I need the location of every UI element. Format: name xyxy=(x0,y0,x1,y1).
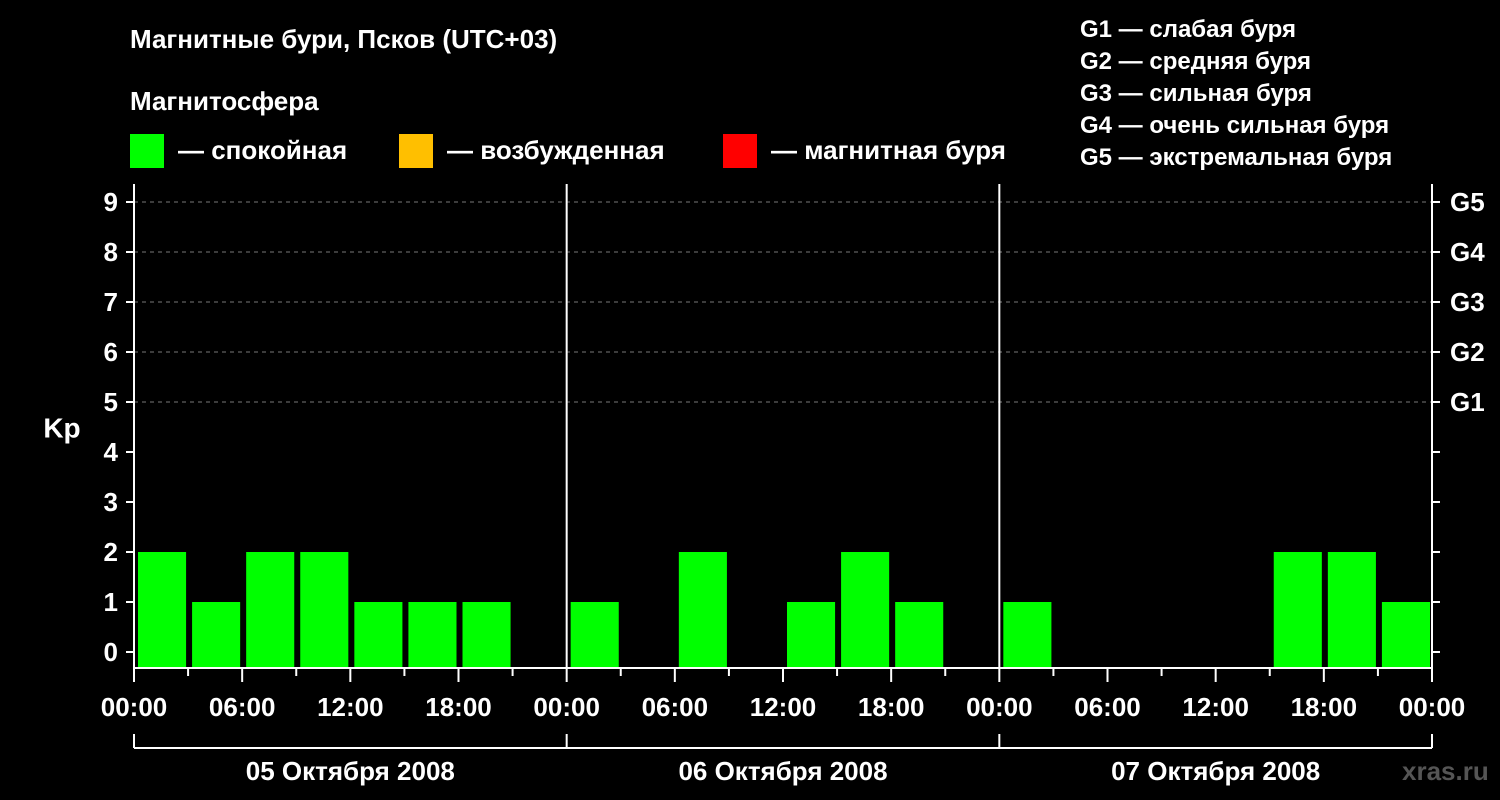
y-tick-label-9: 9 xyxy=(104,187,118,217)
kp-bar-day3-slot1 xyxy=(1003,602,1052,668)
y-tick-label-4: 4 xyxy=(104,437,119,467)
x-tick-label: 18:00 xyxy=(1291,692,1358,722)
kp-bar-day2-slot7 xyxy=(895,602,944,668)
y-tick-label-8: 8 xyxy=(104,237,118,267)
watermark: xras.ru xyxy=(1402,756,1489,786)
x-tick-label: 12:00 xyxy=(1182,692,1249,722)
x-tick-label: 18:00 xyxy=(425,692,492,722)
x-tick-label: 18:00 xyxy=(858,692,925,722)
kp-bar-day2-slot5 xyxy=(787,602,836,668)
x-tick-label: 12:00 xyxy=(317,692,384,722)
kp-bar-day2-slot3 xyxy=(678,552,727,668)
kp-bar-day1-slot2 xyxy=(192,602,241,668)
kp-bar-day1-slot3 xyxy=(246,552,295,668)
y-tick-label-7: 7 xyxy=(104,287,118,317)
kp-bar-day1-slot1 xyxy=(138,552,187,668)
x-tick-label: 12:00 xyxy=(750,692,817,722)
x-tick-label: 00:00 xyxy=(533,692,600,722)
kp-bar-day1-slot7 xyxy=(462,602,511,668)
kp-bar-day1-slot4 xyxy=(300,552,349,668)
y-tick-label-2: 2 xyxy=(104,537,118,567)
kp-bar-day1-slot6 xyxy=(408,602,457,668)
day-label-2: 06 Октября 2008 xyxy=(678,756,887,786)
y-tick-label-5: 5 xyxy=(104,387,118,417)
x-tick-label: 06:00 xyxy=(1074,692,1141,722)
y-axis-label: Kp xyxy=(43,413,80,444)
right-tick-label-g3: G3 xyxy=(1450,287,1485,317)
y-tick-label-0: 0 xyxy=(104,637,118,667)
y-tick-label-6: 6 xyxy=(104,337,118,367)
y-tick-label-3: 3 xyxy=(104,487,118,517)
x-tick-label: 06:00 xyxy=(209,692,276,722)
x-tick-label: 00:00 xyxy=(101,692,168,722)
kp-bar-day1-slot5 xyxy=(354,602,403,668)
kp-bar-day3-slot6 xyxy=(1273,552,1322,668)
kp-bar-day2-slot1 xyxy=(570,602,619,668)
kp-bar-chart: 0 1 2 3 4 5 6 7 8 9 G1 G2 G3 G4 G5 Kp 00:00 06:00 12:00 18:… xyxy=(43,184,1485,786)
right-tick-label-g2: G2 xyxy=(1450,337,1485,367)
kp-bar-day2-slot6 xyxy=(841,552,890,668)
right-tick-label-g4: G4 xyxy=(1450,237,1485,267)
day-label-3: 07 Октября 2008 xyxy=(1111,756,1320,786)
x-tick-label: 00:00 xyxy=(966,692,1033,722)
kp-bar-day3-slot8 xyxy=(1381,602,1430,668)
x-tick-label: 06:00 xyxy=(642,692,709,722)
x-tick-label: 00:00 xyxy=(1399,692,1466,722)
right-tick-label-g5: G5 xyxy=(1450,187,1485,217)
day-label-1: 05 Октября 2008 xyxy=(246,756,455,786)
y-tick-label-1: 1 xyxy=(104,587,118,617)
right-tick-label-g1: G1 xyxy=(1450,387,1485,417)
kp-bar-day3-slot7 xyxy=(1327,552,1376,668)
